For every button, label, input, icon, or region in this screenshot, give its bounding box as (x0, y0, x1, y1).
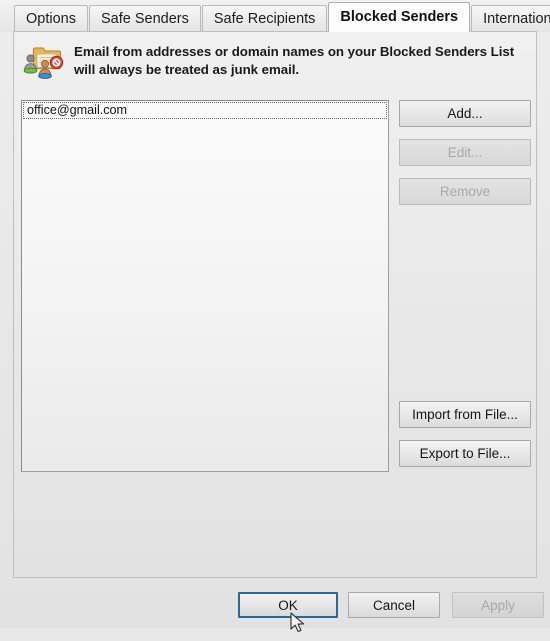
apply-button-label: Apply (481, 597, 515, 613)
panel-description: Email from addresses or domain names on … (74, 44, 515, 77)
remove-button-label: Remove (439, 184, 491, 199)
tab-options[interactable]: Options (14, 5, 88, 32)
edit-button[interactable]: Edit... (399, 139, 531, 166)
tab-label: International (483, 11, 550, 27)
cancel-button-label: Cancel (372, 597, 416, 613)
import-from-file-button-label: Import from File... (412, 407, 518, 422)
tab-strip: Options Safe Senders Safe Recipients Blo… (0, 0, 550, 32)
apply-button[interactable]: Apply (452, 592, 544, 618)
tab-safe-recipients[interactable]: Safe Recipients (201, 5, 328, 32)
import-from-file-button[interactable]: Import from File... (399, 401, 531, 428)
list-item[interactable]: office@gmail.com (23, 102, 387, 119)
remove-button[interactable]: Remove (399, 178, 531, 205)
junk-email-options-dialog: Options Safe Senders Safe Recipients Blo… (0, 0, 550, 633)
tab-label: Blocked Senders (340, 9, 459, 25)
add-button-label: Add... (447, 106, 483, 121)
tab-blocked-senders[interactable]: Blocked Senders (328, 2, 471, 32)
export-to-file-button-label: Export to File... (419, 446, 511, 461)
tab-label: Options (26, 11, 76, 27)
tab-safe-senders[interactable]: Safe Senders (88, 5, 201, 32)
panel-header: Email from addresses or domain names on … (14, 32, 538, 92)
blocked-senders-listbox[interactable]: office@gmail.com (21, 100, 389, 472)
ok-button-label: OK (278, 597, 298, 613)
cancel-button[interactable]: Cancel (348, 592, 440, 618)
edit-button-label: Edit... (447, 145, 483, 160)
tab-label: Safe Senders (100, 11, 189, 27)
export-to-file-button[interactable]: Export to File... (399, 440, 531, 467)
tab-label: Safe Recipients (213, 11, 316, 27)
tab-international[interactable]: International (471, 5, 550, 32)
add-button[interactable]: Add... (399, 100, 531, 127)
blocked-senders-folder-icon (21, 43, 65, 81)
ok-button[interactable]: OK (238, 592, 338, 618)
blocked-senders-panel: Email from addresses or domain names on … (13, 31, 537, 578)
